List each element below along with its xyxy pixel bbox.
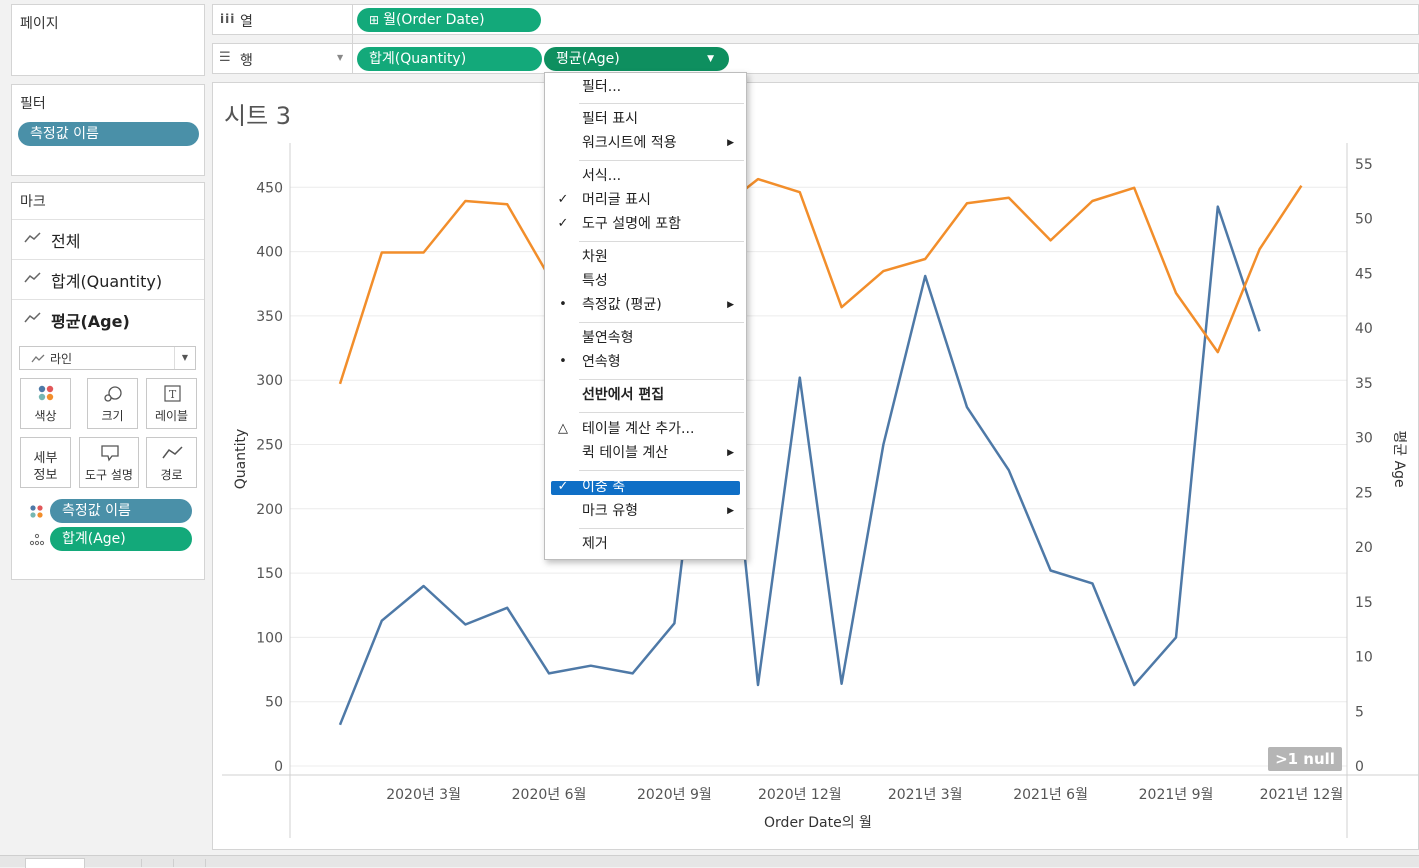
x-tick-label: 2020년 3월 xyxy=(386,787,461,803)
menu-item-label: 불연속형 xyxy=(582,330,634,346)
menu-item[interactable]: • 측정값 (평균) ▶ xyxy=(545,294,746,316)
menu-item-label: 필터 표시 xyxy=(582,111,638,127)
menu-item[interactable]: 퀵 테이블 계산 ▶ xyxy=(545,442,746,464)
y-left-tick-label: 300 xyxy=(256,373,283,389)
menu-item[interactable]: △ 테이블 계산 추가... xyxy=(545,418,746,440)
x-tick-label: 2021년 9월 xyxy=(1139,787,1214,803)
y-right-tick-label: 0 xyxy=(1355,759,1364,775)
y-left-tick-label: 0 xyxy=(274,759,283,775)
menu-separator xyxy=(579,528,744,529)
y-left-tick-label: 150 xyxy=(256,566,283,582)
menu-item[interactable]: 서식... xyxy=(545,165,746,187)
pill-context-menu: 필터... 필터 표시워크시트에 적용 ▶ 서식... ✓ 머리글 표시 ✓ 도구 설명에 포… xyxy=(544,72,747,560)
series-line[interactable] xyxy=(338,205,1261,726)
y-left-tick-label: 400 xyxy=(256,245,283,261)
menu-item-label: 퀵 테이블 계산 xyxy=(582,445,669,461)
x-tick-label: 2021년 3월 xyxy=(888,787,963,803)
menu-item[interactable]: ✓ 머리글 표시 xyxy=(545,189,746,211)
bottom-tab-bar xyxy=(0,855,1419,868)
y-right-tick-label: 30 xyxy=(1355,431,1373,447)
menu-item[interactable]: 필터 표시 xyxy=(545,108,746,130)
menu-item-label: 필터... xyxy=(582,79,622,95)
y-right-tick-label: 15 xyxy=(1355,595,1373,611)
menu-separator xyxy=(579,103,744,104)
x-tick-label: 2020년 9월 xyxy=(637,787,712,803)
menu-item-label: 연속형 xyxy=(582,354,621,370)
menu-item-label: 이중 축 xyxy=(582,479,626,495)
sheet-tab-active[interactable] xyxy=(25,858,85,868)
x-tick-label: 2021년 12월 xyxy=(1260,787,1344,803)
menu-item-label: 마크 유형 xyxy=(582,503,638,519)
menu-item-label: 차원 xyxy=(582,249,608,265)
menu-item[interactable]: 워크시트에 적용 ▶ xyxy=(545,132,746,154)
y-left-tick-label: 350 xyxy=(256,309,283,325)
menu-item[interactable]: 마크 유형 ▶ xyxy=(545,500,746,522)
x-tick-label: 2021년 6월 xyxy=(1013,787,1088,803)
menu-highlight xyxy=(551,481,740,495)
menu-separator xyxy=(579,160,744,161)
y-axis-right-title: 평균 Age xyxy=(1391,430,1407,487)
radio-dot-icon: • xyxy=(559,297,567,312)
menu-item-label: 선반에서 편집 xyxy=(582,387,665,403)
menu-item[interactable]: 불연속형 xyxy=(545,327,746,349)
menu-item[interactable]: 특성 xyxy=(545,270,746,292)
menu-separator xyxy=(579,470,744,471)
x-tick-label: 2020년 12월 xyxy=(758,787,842,803)
y-right-tick-label: 20 xyxy=(1355,540,1373,556)
y-left-tick-label: 250 xyxy=(256,437,283,453)
submenu-arrow-icon: ▶ xyxy=(727,448,734,458)
menu-item[interactable]: ✓ 이중 축 xyxy=(545,476,746,498)
y-left-tick-label: 200 xyxy=(256,502,283,518)
menu-item[interactable]: 선반에서 편집 xyxy=(545,384,746,406)
menu-item-label: 특성 xyxy=(582,273,608,289)
radio-dot-icon: • xyxy=(559,354,567,369)
x-axis-title: Order Date의 월 xyxy=(764,815,872,831)
menu-separator xyxy=(579,241,744,242)
submenu-arrow-icon: ▶ xyxy=(727,138,734,148)
menu-separator xyxy=(579,322,744,323)
menu-item[interactable]: 제거 xyxy=(545,533,746,555)
y-right-tick-label: 45 xyxy=(1355,266,1373,282)
menu-item[interactable]: ✓ 도구 설명에 포함 xyxy=(545,213,746,235)
series-line[interactable] xyxy=(338,177,1303,385)
menu-item-label: 테이블 계산 추가... xyxy=(582,421,695,437)
delta-icon: △ xyxy=(558,421,568,436)
menu-item[interactable]: 차원 xyxy=(545,246,746,268)
menu-item[interactable]: 필터... xyxy=(545,76,746,98)
menu-separator xyxy=(579,379,744,380)
menu-item-label: 측정값 (평균) xyxy=(582,297,662,313)
y-left-tick-label: 50 xyxy=(265,695,283,711)
menu-item-label: 도구 설명에 포함 xyxy=(582,216,682,232)
menu-separator xyxy=(579,412,744,413)
y-left-tick-label: 450 xyxy=(256,180,283,196)
null-indicator-badge[interactable]: >1 null xyxy=(1268,747,1342,771)
y-right-tick-label: 55 xyxy=(1355,157,1373,173)
checkmark-icon: ✓ xyxy=(557,216,569,231)
submenu-arrow-icon: ▶ xyxy=(727,300,734,310)
y-left-tick-label: 100 xyxy=(256,630,283,646)
x-tick-label: 2020년 6월 xyxy=(512,787,587,803)
menu-item-label: 제거 xyxy=(582,536,608,552)
checkmark-icon: ✓ xyxy=(557,479,569,494)
menu-item-label: 워크시트에 적용 xyxy=(582,135,677,151)
y-right-tick-label: 35 xyxy=(1355,376,1373,392)
y-axis-left-title: Quantity xyxy=(233,429,249,490)
submenu-arrow-icon: ▶ xyxy=(727,506,734,516)
y-right-tick-label: 10 xyxy=(1355,650,1373,666)
y-right-tick-label: 50 xyxy=(1355,212,1373,228)
y-right-tick-label: 25 xyxy=(1355,485,1373,501)
y-right-tick-label: 40 xyxy=(1355,321,1373,337)
y-right-tick-label: 5 xyxy=(1355,704,1364,720)
menu-item-label: 머리글 표시 xyxy=(582,192,651,208)
menu-item[interactable]: • 연속형 xyxy=(545,351,746,373)
menu-item-label: 서식... xyxy=(582,168,622,184)
checkmark-icon: ✓ xyxy=(557,192,569,207)
